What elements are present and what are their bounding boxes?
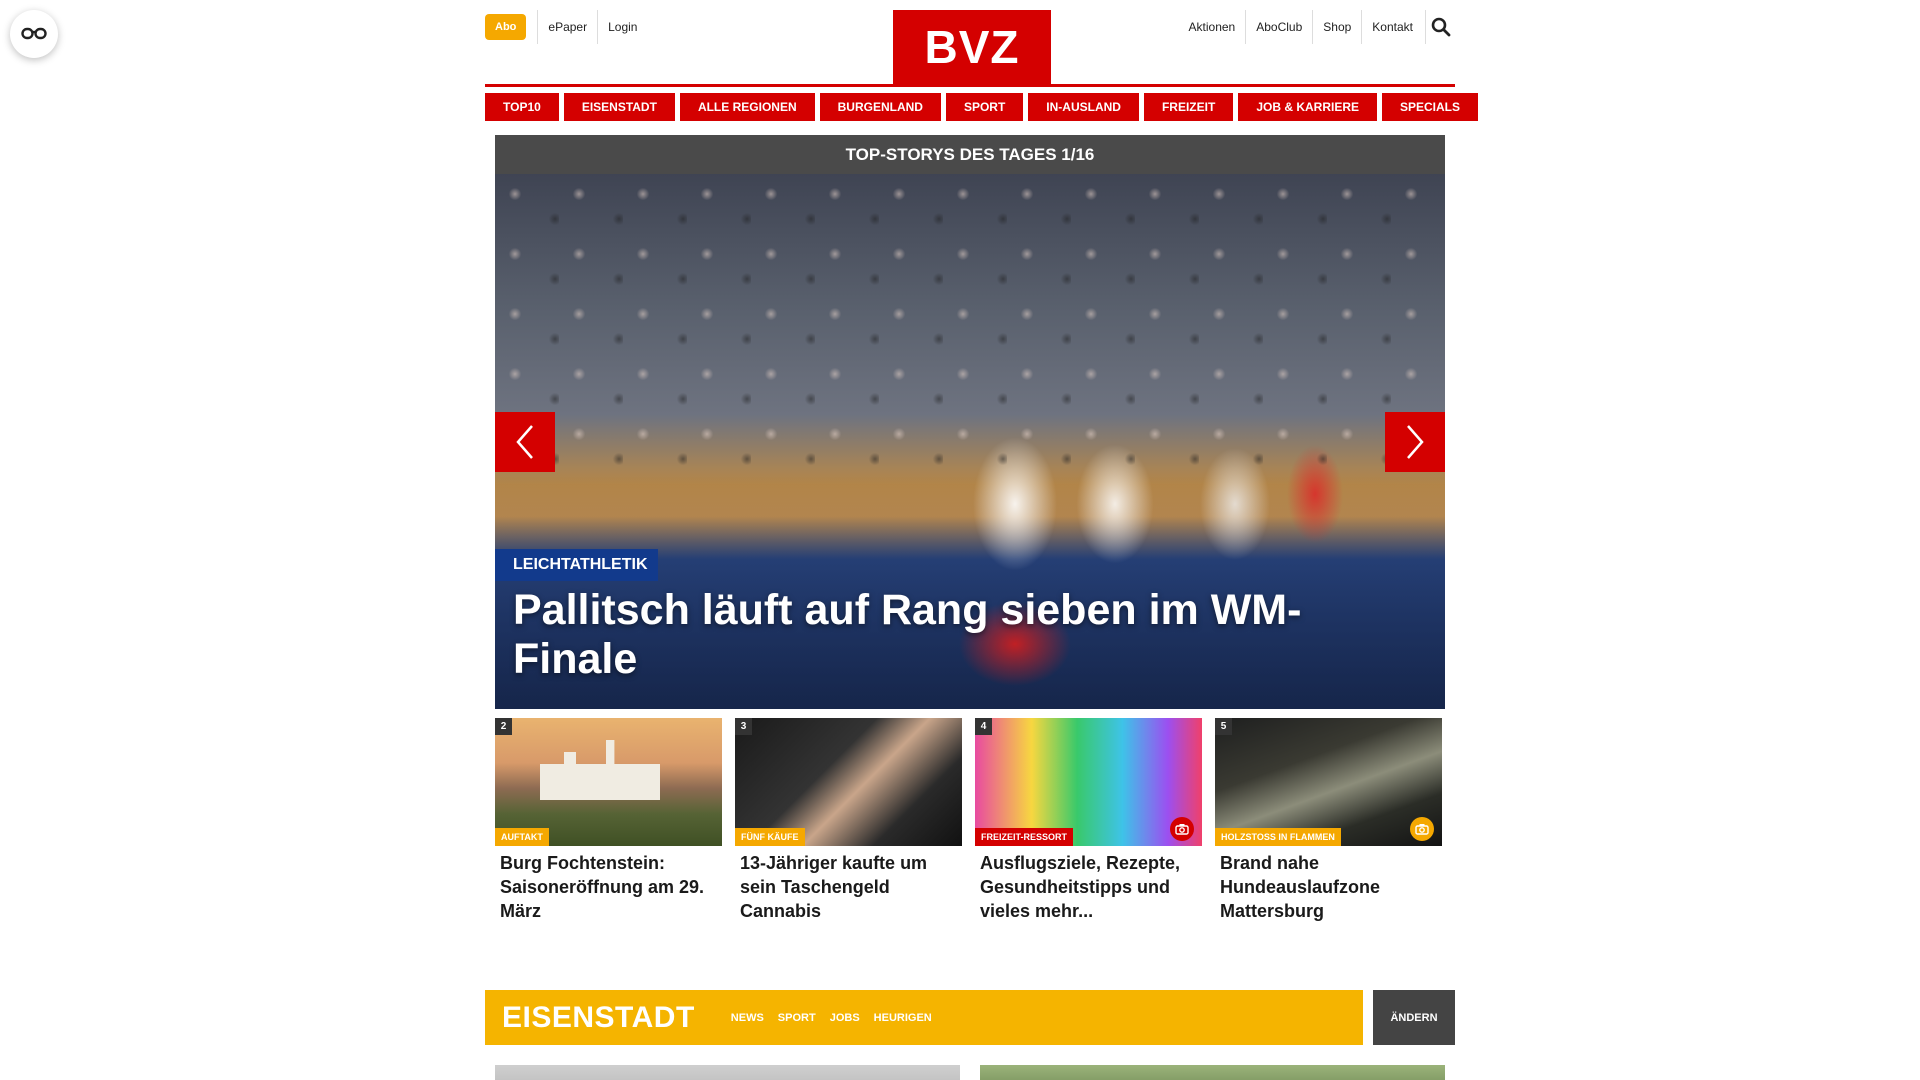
story-headline[interactable]: Pallitsch läuft auf Rang sieben im WM-Fi… (513, 586, 1373, 684)
teaser-image[interactable] (495, 1065, 960, 1080)
camera-icon (1415, 824, 1429, 835)
nav-item-burgenland[interactable]: BURGENLAND (819, 93, 941, 121)
story-kicker[interactable]: LEICHTATHLETIK (495, 549, 658, 581)
thumb-tag: FÜNF KÄUFE (735, 828, 805, 846)
login-link[interactable]: Login (597, 10, 647, 44)
site-logo[interactable]: BVZ (893, 10, 1051, 84)
camera-icon (1175, 824, 1189, 835)
header-left-links: Abo ePaper Login (485, 10, 647, 44)
castle-shape (540, 740, 660, 800)
region-link-jobs[interactable]: JOBS (830, 1012, 860, 1024)
shop-link[interactable]: Shop (1312, 10, 1361, 44)
thumb-title[interactable]: Ausflugsziele, Rezepte, Gesundheitstipps… (975, 846, 1202, 923)
thumb-title[interactable]: Burg Fochtenstein: Saisoneröffnung am 29… (495, 846, 722, 923)
gallery-badge (1410, 817, 1434, 841)
abo-button[interactable]: Abo (485, 14, 527, 40)
thumb-number: 3 (735, 718, 752, 735)
thumb-card[interactable]: 4 FREIZEIT-RESSORT Ausflugsziele, Rezept… (975, 718, 1202, 923)
thumb-tag: HOLZSTOSS IN FLAMMEN (1215, 828, 1341, 846)
region-header: EISENSTADT NEWS SPORT JOBS HEURIGEN (485, 990, 1363, 1045)
kontakt-link[interactable]: Kontakt (1361, 10, 1423, 44)
page-container: Abo ePaper Login BVZ Aktionen AboClub Sh… (485, 0, 1479, 1080)
nav-item-specials[interactable]: SPECIALS (1382, 93, 1479, 121)
region-bar: EISENSTADT NEWS SPORT JOBS HEURIGEN ÄNDE… (485, 990, 1455, 1045)
thumb-card[interactable]: 5 HOLZSTOSS IN FLAMMEN Brand nahe Hundea… (1215, 718, 1442, 923)
thumb-card[interactable]: 2 AUFTAKT Burg Fochtenstein: Saisoneröff… (495, 718, 722, 923)
aktionen-link[interactable]: Aktionen (1179, 10, 1246, 44)
top-stories-slider: TOP-STORYS DES TAGES 1/16 LEICHTATHLETIK… (495, 135, 1445, 709)
reader-view-button[interactable] (10, 10, 58, 58)
nav-item-in-ausland[interactable]: IN-AUSLAND (1028, 93, 1139, 121)
site-header: Abo ePaper Login BVZ Aktionen AboClub Sh… (485, 0, 1455, 84)
region-link-news[interactable]: NEWS (731, 1012, 764, 1024)
thumb-image[interactable]: 5 HOLZSTOSS IN FLAMMEN (1215, 718, 1442, 846)
thumb-title[interactable]: Brand nahe Hundeauslaufzone Mattersburg (1215, 846, 1442, 923)
thumb-number: 4 (975, 718, 992, 735)
aboclub-link[interactable]: AboClub (1245, 10, 1312, 44)
thumb-title[interactable]: 13-Jähriger kaufte um sein Taschengeld C… (735, 846, 962, 923)
thumb-tag: AUFTAKT (495, 828, 549, 846)
region-change-button[interactable]: ÄNDERN (1373, 990, 1455, 1045)
nav-item-sport[interactable]: SPORT (945, 93, 1024, 121)
nav-item-alle-regionen[interactable]: ALLE REGIONEN (679, 93, 815, 121)
slider-prev-button[interactable] (495, 412, 555, 472)
nav-item-top10[interactable]: TOP10 (485, 93, 559, 121)
region-link-sport[interactable]: SPORT (778, 1012, 816, 1024)
slider-heading: TOP-STORYS DES TAGES 1/16 (495, 135, 1445, 174)
thumb-card[interactable]: 3 FÜNF KÄUFE 13-Jähriger kaufte um sein … (735, 718, 962, 923)
crowd-background (495, 174, 1445, 474)
thumb-number: 2 (495, 718, 512, 735)
gallery-badge (1170, 817, 1194, 841)
nav-item-eisenstadt[interactable]: EISENSTADT (563, 93, 675, 121)
region-teasers (495, 1065, 1445, 1080)
header-right-links: Aktionen AboClub Shop Kontakt (1179, 10, 1455, 44)
slider-hero-image[interactable]: LEICHTATHLETIK Pallitsch läuft auf Rang … (495, 174, 1445, 709)
slider-next-button[interactable] (1385, 412, 1445, 472)
nav-item-job-karriere[interactable]: JOB & KARRIERE (1238, 93, 1377, 121)
teaser-image[interactable] (980, 1065, 1445, 1080)
thumb-image[interactable]: 3 FÜNF KÄUFE (735, 718, 962, 846)
thumb-number: 5 (1215, 718, 1232, 735)
story-thumbnails: 2 AUFTAKT Burg Fochtenstein: Saisoneröff… (495, 718, 1445, 923)
thumb-image[interactable]: 4 FREIZEIT-RESSORT (975, 718, 1202, 846)
glasses-icon (21, 27, 47, 40)
chevron-right-icon (1407, 425, 1424, 459)
nav-item-freizeit[interactable]: FREIZEIT (1143, 93, 1234, 121)
thumb-image[interactable]: 2 AUFTAKT (495, 718, 722, 846)
chevron-left-icon (516, 425, 533, 459)
header-divider (485, 84, 1455, 87)
main-nav: TOP10 EISENSTADT ALLE REGIONEN BURGENLAN… (485, 93, 1479, 121)
region-title[interactable]: EISENSTADT (502, 1001, 695, 1035)
search-icon (1431, 17, 1450, 37)
epaper-link[interactable]: ePaper (537, 10, 597, 44)
thumb-tag: FREIZEIT-RESSORT (975, 828, 1074, 846)
region-link-heurigen[interactable]: HEURIGEN (874, 1012, 932, 1024)
search-button[interactable] (1425, 10, 1455, 44)
